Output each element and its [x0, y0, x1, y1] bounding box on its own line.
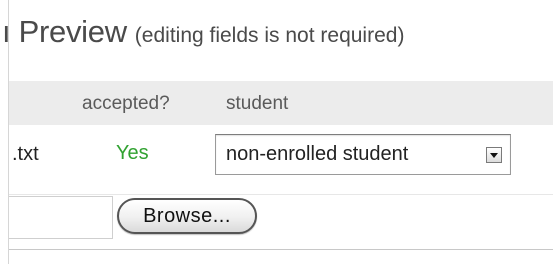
- preview-panel: ı Preview (editing fields is not required…: [0, 0, 553, 264]
- file-name-cell: .txt: [12, 143, 39, 165]
- accepted-status: Yes: [116, 142, 149, 164]
- student-select-value: non-enrolled student: [226, 143, 409, 165]
- row-divider: [9, 194, 553, 195]
- column-header-student: student: [226, 93, 289, 114]
- browse-button[interactable]: Browse...: [117, 198, 257, 234]
- file-path-input[interactable]: [9, 196, 113, 239]
- title-note: (editing fields is not required): [134, 24, 405, 47]
- column-header-accepted: accepted?: [82, 93, 170, 114]
- student-select[interactable]: non-enrolled student: [215, 134, 511, 175]
- page-title: ı Preview (editing fields is not required…: [2, 14, 404, 50]
- bottom-divider: [9, 249, 553, 250]
- chevron-down-icon[interactable]: [486, 147, 502, 163]
- title-text: ı Preview: [2, 14, 127, 49]
